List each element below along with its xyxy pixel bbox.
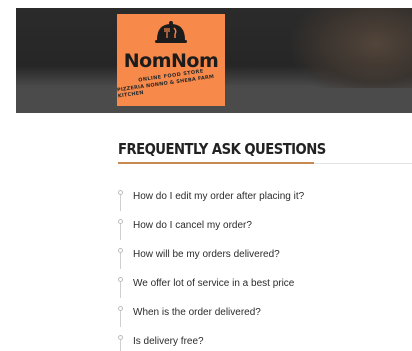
faq-title: FREQUENTLY ASK QUESTIONS: [118, 140, 326, 158]
bullet-icon: [118, 306, 123, 311]
faq-connector-line: [120, 194, 121, 211]
bullet-icon: [118, 219, 123, 224]
bullet-icon: [118, 277, 123, 282]
faq-item[interactable]: We offer lot of service in a best price: [113, 277, 408, 306]
faq-item[interactable]: Is delivery free?: [113, 335, 408, 351]
faq-question: Is delivery free?: [133, 336, 204, 347]
bullet-icon: [118, 248, 123, 253]
faq-connector-line: [120, 310, 121, 327]
site-logo[interactable]: NomNom Online Food Store Pizzeria Nonno …: [117, 14, 225, 106]
faq-item[interactable]: When is the order delivered?: [113, 306, 408, 335]
faq-item[interactable]: How do I edit my order after placing it?: [113, 190, 408, 219]
bullet-icon: [118, 335, 123, 340]
faq-question: We offer lot of service in a best price: [133, 278, 295, 289]
faq-item[interactable]: How do I cancel my order?: [113, 219, 408, 248]
faq-connector-line: [120, 252, 121, 269]
header-background-image: [292, 8, 412, 98]
faq-connector-line: [120, 281, 121, 298]
faq-question: How do I edit my order after placing it?: [133, 191, 305, 202]
cloche-icon: [155, 21, 187, 43]
faq-question: How will be my orders delivered?: [133, 249, 280, 260]
faq-list: How do I edit my order after placing it?…: [113, 190, 408, 351]
faq-item[interactable]: How will be my orders delivered?: [113, 248, 408, 277]
logo-name: NomNom: [123, 50, 219, 72]
faq-question: When is the order delivered?: [133, 307, 261, 318]
bullet-icon: [118, 190, 123, 195]
faq-connector-line: [120, 223, 121, 240]
faq-title-accent-bar: [118, 162, 314, 164]
faq-question: How do I cancel my order?: [133, 220, 252, 231]
faq-connector-line: [120, 339, 121, 351]
